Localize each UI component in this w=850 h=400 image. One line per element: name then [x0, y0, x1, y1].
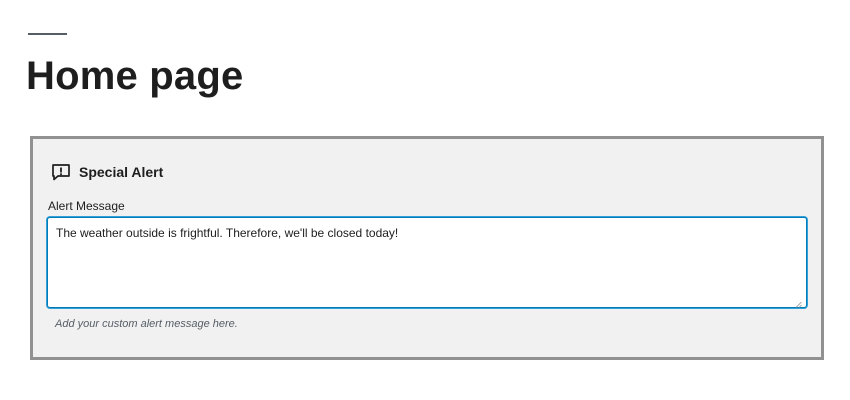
block-header: Special Alert [49, 160, 163, 184]
block-title: Special Alert [79, 164, 164, 180]
special-alert-block[interactable]: Special Alert Alert Message The weather … [30, 136, 824, 360]
alert-message-textarea[interactable]: The weather outside is frightful. Theref… [47, 217, 807, 308]
alert-icon [49, 160, 73, 184]
title-separator [28, 33, 67, 35]
alert-message-label: Alert Message [48, 199, 125, 213]
resize-handle-icon[interactable] [795, 295, 802, 308]
alert-message-help: Add your custom alert message here. [55, 318, 238, 330]
page-title[interactable]: Home page [26, 52, 243, 100]
